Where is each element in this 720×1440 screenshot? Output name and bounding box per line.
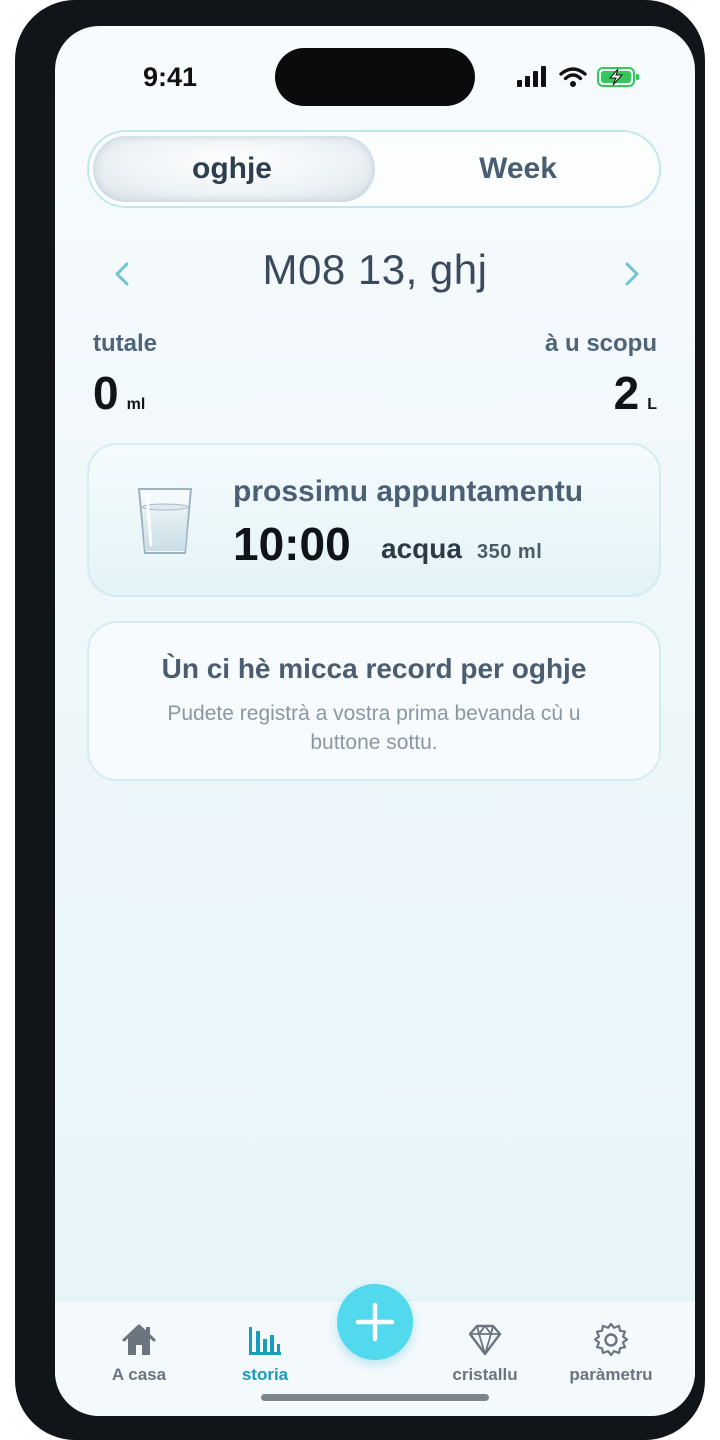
next-day-button[interactable] — [611, 254, 651, 294]
water-glass-icon — [135, 485, 195, 557]
bar-chart-icon — [201, 1323, 329, 1357]
goal-label: à u scopu — [544, 330, 657, 357]
goal-amount: 2L — [614, 366, 657, 420]
next-reminder-drink: acqua — [381, 533, 462, 564]
total-unit: ml — [126, 396, 146, 413]
gear-icon — [547, 1323, 675, 1357]
app-screen: 9:41 oghje Week M08 13, ghj tutale à u s… — [55, 26, 695, 1416]
tab-history-label: storia — [241, 1365, 289, 1384]
tab-settings-label: paràmetru — [569, 1365, 653, 1384]
empty-records-card: Ùn ci hè micca record per oghje Pudete r… — [87, 621, 661, 781]
phone-frame: 9:41 oghje Week M08 13, ghj tutale à u s… — [15, 0, 705, 1440]
total-value: 0 — [93, 367, 119, 419]
previous-day-button[interactable] — [103, 254, 143, 294]
segment-today[interactable]: oghje — [89, 132, 375, 206]
chevron-left-icon — [103, 262, 143, 298]
tab-history[interactable]: storia — [201, 1323, 329, 1385]
empty-state-subtitle: Pudete registrà a vostra prima bevanda c… — [167, 702, 581, 754]
chevron-right-icon — [611, 262, 651, 298]
empty-state-title: Ùn ci hè micca record per oghje — [161, 653, 587, 684]
next-reminder-title: prossimu appuntamentu — [233, 475, 584, 508]
battery-charging-icon — [597, 66, 641, 93]
tab-home[interactable]: A casa — [75, 1323, 203, 1385]
diamond-icon — [421, 1323, 549, 1357]
status-icons — [517, 66, 641, 93]
total-intake: 0 ml — [93, 366, 145, 420]
goal-value: 2 — [613, 367, 640, 419]
dynamic-island — [275, 48, 475, 106]
tab-home-label: A casa — [111, 1365, 167, 1384]
segment-week[interactable]: Week — [375, 132, 661, 206]
tab-settings[interactable]: paràmetru — [547, 1323, 675, 1385]
next-reminder-amount: 350 ml — [477, 541, 543, 563]
period-segmented-control: oghje Week — [87, 130, 661, 208]
home-icon — [75, 1323, 203, 1357]
wifi-icon — [559, 66, 587, 93]
plus-icon — [337, 1302, 413, 1364]
goal-unit: L — [647, 396, 657, 413]
tab-crystal[interactable]: cristallu — [421, 1323, 549, 1385]
next-reminder-time: 10:00 — [233, 518, 351, 570]
total-label: tutale — [93, 330, 158, 357]
status-time: 9:41 — [143, 62, 198, 92]
signal-icon — [517, 66, 549, 93]
selected-date-title: M08 13, ghj — [262, 246, 488, 293]
home-indicator[interactable] — [261, 1394, 489, 1401]
add-drink-button[interactable] — [337, 1284, 413, 1360]
tab-crystal-label: cristallu — [452, 1365, 518, 1384]
next-reminder-card[interactable]: prossimu appuntamentu 10:00 acqua 350 ml — [87, 443, 661, 597]
